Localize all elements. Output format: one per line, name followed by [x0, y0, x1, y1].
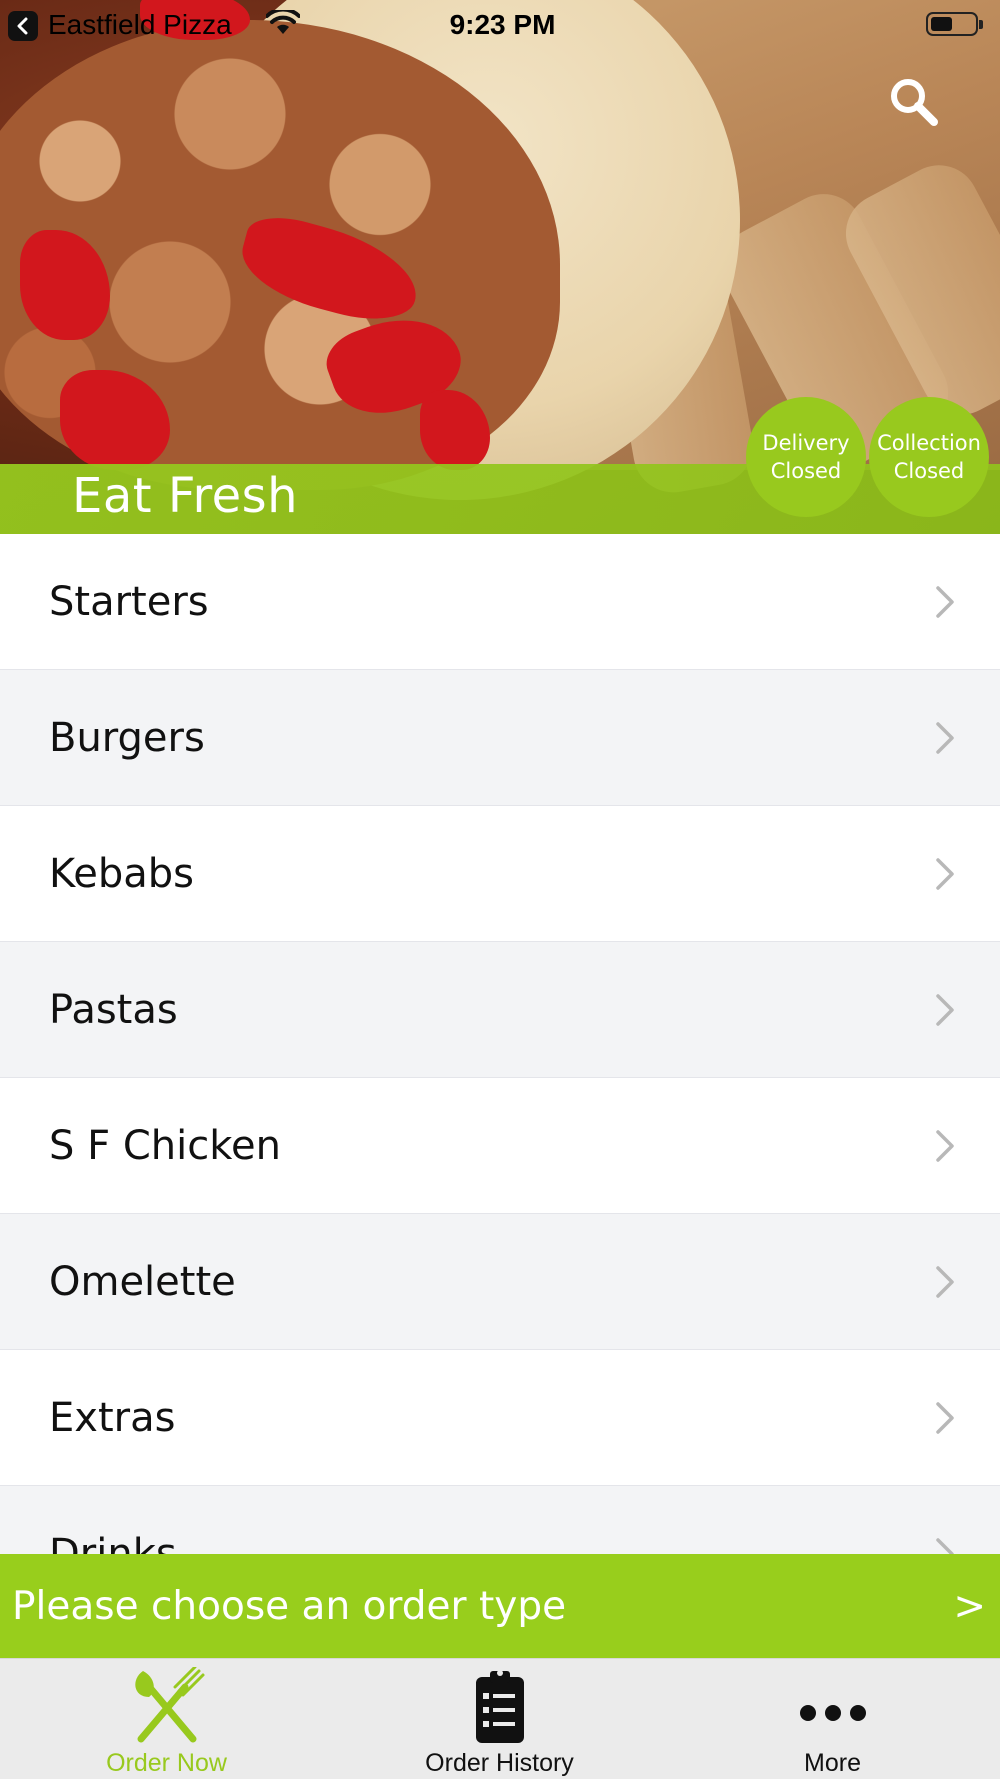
order-type-arrow: > — [953, 1584, 986, 1629]
choose-order-type-button[interactable]: Please choose an order type > — [0, 1554, 1000, 1658]
menu-item-extras[interactable]: Extras — [0, 1350, 1000, 1486]
chevron-right-icon — [936, 993, 954, 1026]
menu-item-label: Burgers — [49, 714, 205, 761]
tab-more[interactable]: More — [666, 1659, 999, 1779]
clipboard-list-icon — [475, 1670, 524, 1743]
chevron-right-icon — [936, 1401, 954, 1434]
tab-bar: Order Now Order History More — [0, 1658, 1000, 1779]
tab-label: More — [804, 1749, 861, 1777]
chevron-right-icon — [936, 857, 954, 890]
menu-item-pastas[interactable]: Pastas — [0, 942, 1000, 1078]
menu-item-label: Omelette — [49, 1258, 236, 1305]
menu-item-burgers[interactable]: Burgers — [0, 670, 1000, 806]
battery-icon — [926, 12, 983, 36]
menu-item-label: Extras — [49, 1394, 176, 1441]
battery-level — [931, 17, 952, 31]
fork-knife-icon — [134, 1667, 204, 1743]
menu-item-starters[interactable]: Starters — [0, 534, 1000, 670]
delivery-status-badge[interactable]: Delivery Closed — [746, 397, 866, 517]
delivery-status: Closed — [770, 459, 842, 483]
tab-label: Order History — [425, 1749, 574, 1777]
menu-item-label: S F Chicken — [49, 1122, 281, 1169]
chevron-right-icon — [936, 721, 954, 754]
menu-item-label: Kebabs — [49, 850, 194, 897]
chevron-right-icon — [936, 585, 954, 618]
clock: 9:23 PM — [449, 9, 556, 40]
order-type-prompt: Please choose an order type — [12, 1584, 567, 1629]
search-icon — [891, 79, 938, 126]
menu-item-omelette[interactable]: Omelette — [0, 1214, 1000, 1350]
status-bar: Eastfield Pizza 9:23 PM — [0, 0, 1000, 50]
menu-category-list: Starters Burgers Kebabs Pastas S F Chick… — [0, 534, 1000, 1622]
menu-item-label: Starters — [49, 578, 209, 625]
hero-title: Eat Fresh — [72, 468, 299, 524]
chevron-right-icon — [936, 1265, 954, 1298]
more-dots-icon — [799, 1705, 866, 1721]
menu-item-label: Pastas — [49, 986, 178, 1033]
search-button[interactable] — [884, 72, 944, 132]
menu-item-sf-chicken[interactable]: S F Chicken — [0, 1078, 1000, 1214]
tab-label: Order Now — [106, 1749, 227, 1777]
delivery-label: Delivery — [762, 431, 850, 455]
collection-status: Closed — [893, 459, 965, 483]
collection-status-badge[interactable]: Collection Closed — [869, 397, 989, 517]
collection-label: Collection — [877, 431, 981, 455]
menu-item-kebabs[interactable]: Kebabs — [0, 806, 1000, 942]
tab-order-history[interactable]: Order History — [333, 1659, 666, 1779]
tab-order-now[interactable]: Order Now — [0, 1659, 333, 1779]
chevron-right-icon — [936, 1129, 954, 1162]
